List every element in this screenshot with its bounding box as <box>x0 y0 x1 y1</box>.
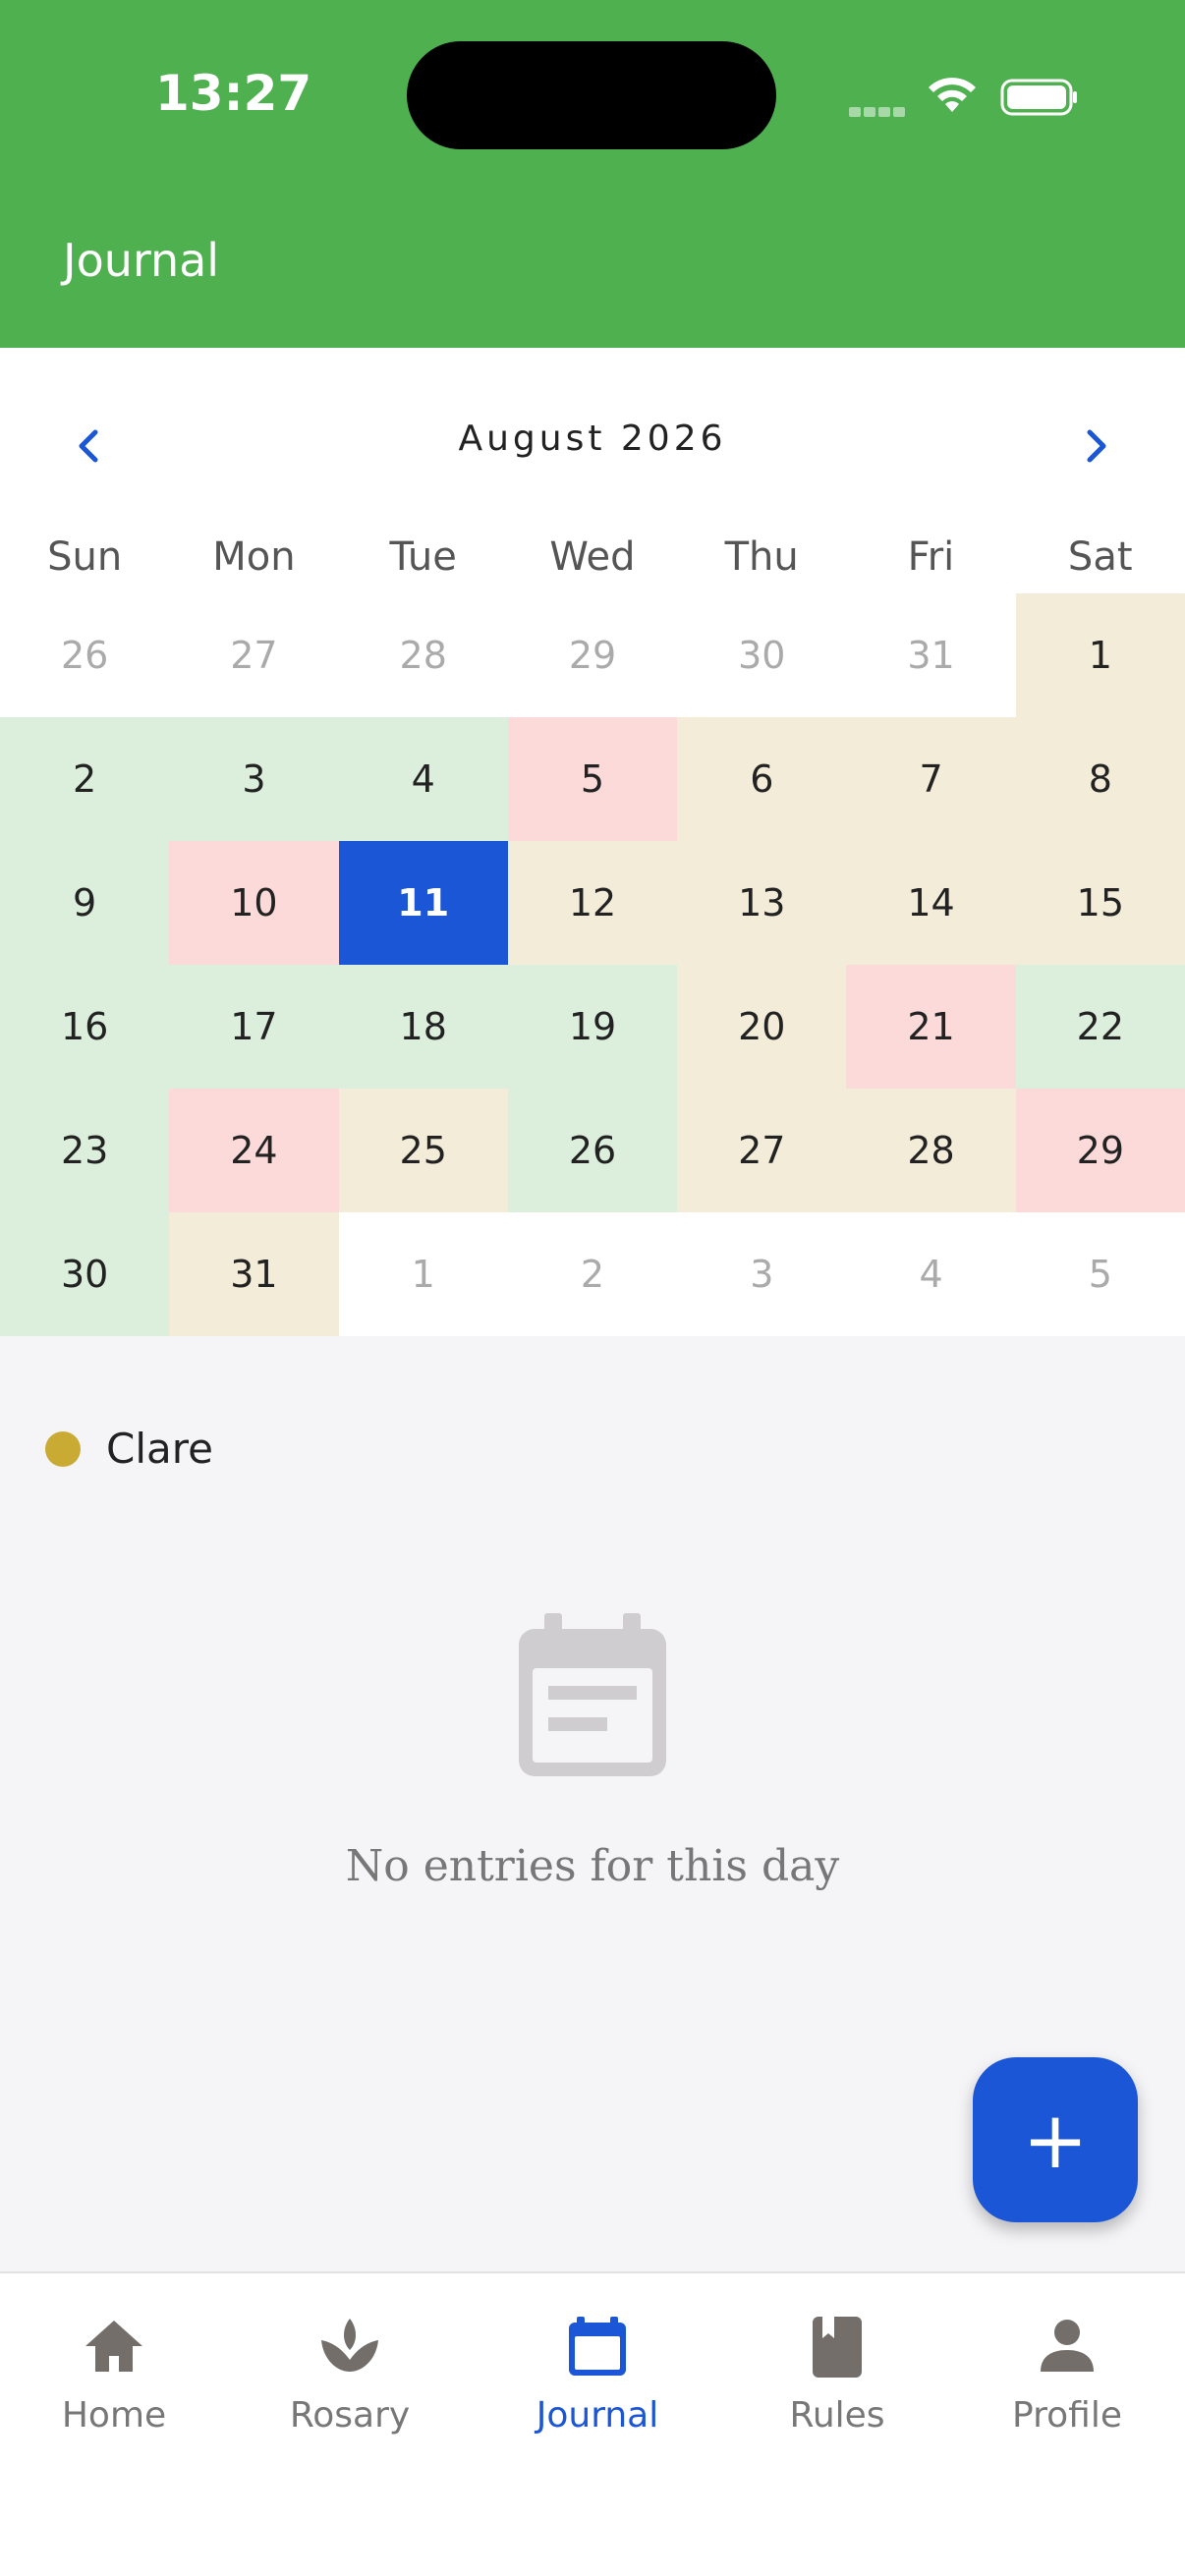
day-grid: 26 27 28 29 30 31 1 2 3 4 5 6 7 8 9 10 11 12 13 14 15 16 17 18 1… <box>0 593 1185 1336</box>
tab-label: Home <box>61 2395 167 2436</box>
day-cell[interactable]: 23 <box>0 1089 170 1212</box>
person-name: Clare <box>106 1425 213 1473</box>
day-cell[interactable]: 5 <box>1016 1212 1185 1336</box>
day-cell[interactable]: 14 <box>846 841 1016 965</box>
day-cell[interactable]: 2 <box>0 717 170 841</box>
battery-icon <box>1000 79 1077 116</box>
tab-profile[interactable]: Profile <box>969 2313 1165 2436</box>
day-cell[interactable]: 12 <box>507 841 678 965</box>
month-label: August 2026 <box>458 419 727 459</box>
day-cell[interactable]: 24 <box>169 1089 339 1212</box>
tab-label: Profile <box>1012 2395 1122 2436</box>
day-cell[interactable]: 26 <box>507 1089 678 1212</box>
weekday-label: Sun <box>47 534 123 580</box>
tab-rules[interactable]: Rules <box>739 2313 935 2436</box>
day-cell[interactable]: 27 <box>677 1089 847 1212</box>
day-cell[interactable]: 15 <box>1015 841 1185 965</box>
day-cell[interactable]: 5 <box>507 717 678 841</box>
day-cell[interactable]: 31 <box>846 593 1015 717</box>
day-cell[interactable]: 13 <box>677 841 847 965</box>
status-time: 13:27 <box>155 65 312 122</box>
person-filter: Clare <box>45 1425 213 1473</box>
weekday-header: Sun Mon Tue Wed Thu Fri Sat <box>0 534 1185 593</box>
tab-home[interactable]: Home <box>16 2313 212 2436</box>
day-cell[interactable]: 4 <box>846 1212 1015 1336</box>
day-cell[interactable]: 25 <box>338 1089 508 1212</box>
tab-label: Rosary <box>289 2395 411 2436</box>
day-cell[interactable]: 26 <box>0 593 169 717</box>
day-cell[interactable]: 31 <box>169 1212 339 1336</box>
empty-state-message: No entries for this day <box>345 1841 840 1891</box>
lotus-icon <box>321 2319 378 2372</box>
home-icon <box>85 2321 142 2372</box>
weekday-label: Tue <box>389 534 457 580</box>
day-cell[interactable]: 22 <box>1015 965 1185 1089</box>
book-icon <box>813 2317 862 2378</box>
wifi-icon <box>929 78 976 112</box>
weekday-label: Thu <box>724 534 799 580</box>
day-cell[interactable]: 4 <box>338 717 508 841</box>
calendar-note-icon <box>519 1613 666 1776</box>
day-cell[interactable]: 28 <box>846 1089 1016 1212</box>
person-icon <box>1041 2320 1094 2372</box>
day-cell[interactable]: 2 <box>508 1212 677 1336</box>
day-cell[interactable]: 7 <box>846 717 1016 841</box>
day-cell[interactable]: 18 <box>338 965 508 1089</box>
day-cell[interactable]: 29 <box>1015 1089 1185 1212</box>
next-month-button[interactable] <box>1067 417 1126 476</box>
day-cell[interactable]: 30 <box>677 593 846 717</box>
tab-label: Rules <box>789 2395 885 2436</box>
weekday-label: Sat <box>1067 534 1133 580</box>
day-cell[interactable]: 17 <box>169 965 339 1089</box>
calendar-icon <box>569 2317 626 2376</box>
dynamic-island <box>407 41 776 149</box>
day-cell[interactable]: 30 <box>0 1212 170 1336</box>
day-cell[interactable]: 3 <box>169 717 339 841</box>
day-cell[interactable]: 29 <box>508 593 677 717</box>
weekday-label: Fri <box>907 534 955 580</box>
day-cell[interactable]: 21 <box>846 965 1016 1089</box>
day-cell[interactable]: 3 <box>677 1212 846 1336</box>
day-cell[interactable]: 9 <box>0 841 170 965</box>
page-title: Journal <box>63 234 220 287</box>
day-cell[interactable]: 6 <box>677 717 847 841</box>
day-cell[interactable]: 1 <box>1015 593 1185 717</box>
person-color-dot <box>45 1430 81 1467</box>
plus-icon: + <box>1022 2094 1089 2186</box>
day-cell[interactable]: 16 <box>0 965 170 1089</box>
month-calendar: August 2026 Sun Mon Tue Wed Thu Fri Sat … <box>0 348 1185 1336</box>
tab-label: Journal <box>536 2395 659 2436</box>
day-cell[interactable]: 1 <box>339 1212 508 1336</box>
day-cell[interactable]: 8 <box>1015 717 1185 841</box>
weekday-label: Mon <box>212 534 296 580</box>
day-cell[interactable]: 28 <box>339 593 508 717</box>
bottom-tab-bar: Home Rosary Journal Rules Profile <box>0 2271 1185 2576</box>
day-cell[interactable]: 27 <box>169 593 338 717</box>
day-cell[interactable]: 20 <box>677 965 847 1089</box>
add-entry-button[interactable]: + <box>973 2057 1138 2222</box>
day-cell[interactable]: 19 <box>507 965 678 1089</box>
day-cell[interactable]: 10 <box>169 841 339 965</box>
chevron-right-icon <box>1087 429 1106 463</box>
app-header: 13:27 Journal <box>0 0 1185 348</box>
weekday-label: Wed <box>549 534 636 580</box>
tab-journal[interactable]: Journal <box>499 2313 696 2436</box>
cellular-signal-icon <box>849 102 908 117</box>
selected-day-cell[interactable]: 11 <box>338 841 508 965</box>
tab-rosary[interactable]: Rosary <box>252 2313 448 2436</box>
